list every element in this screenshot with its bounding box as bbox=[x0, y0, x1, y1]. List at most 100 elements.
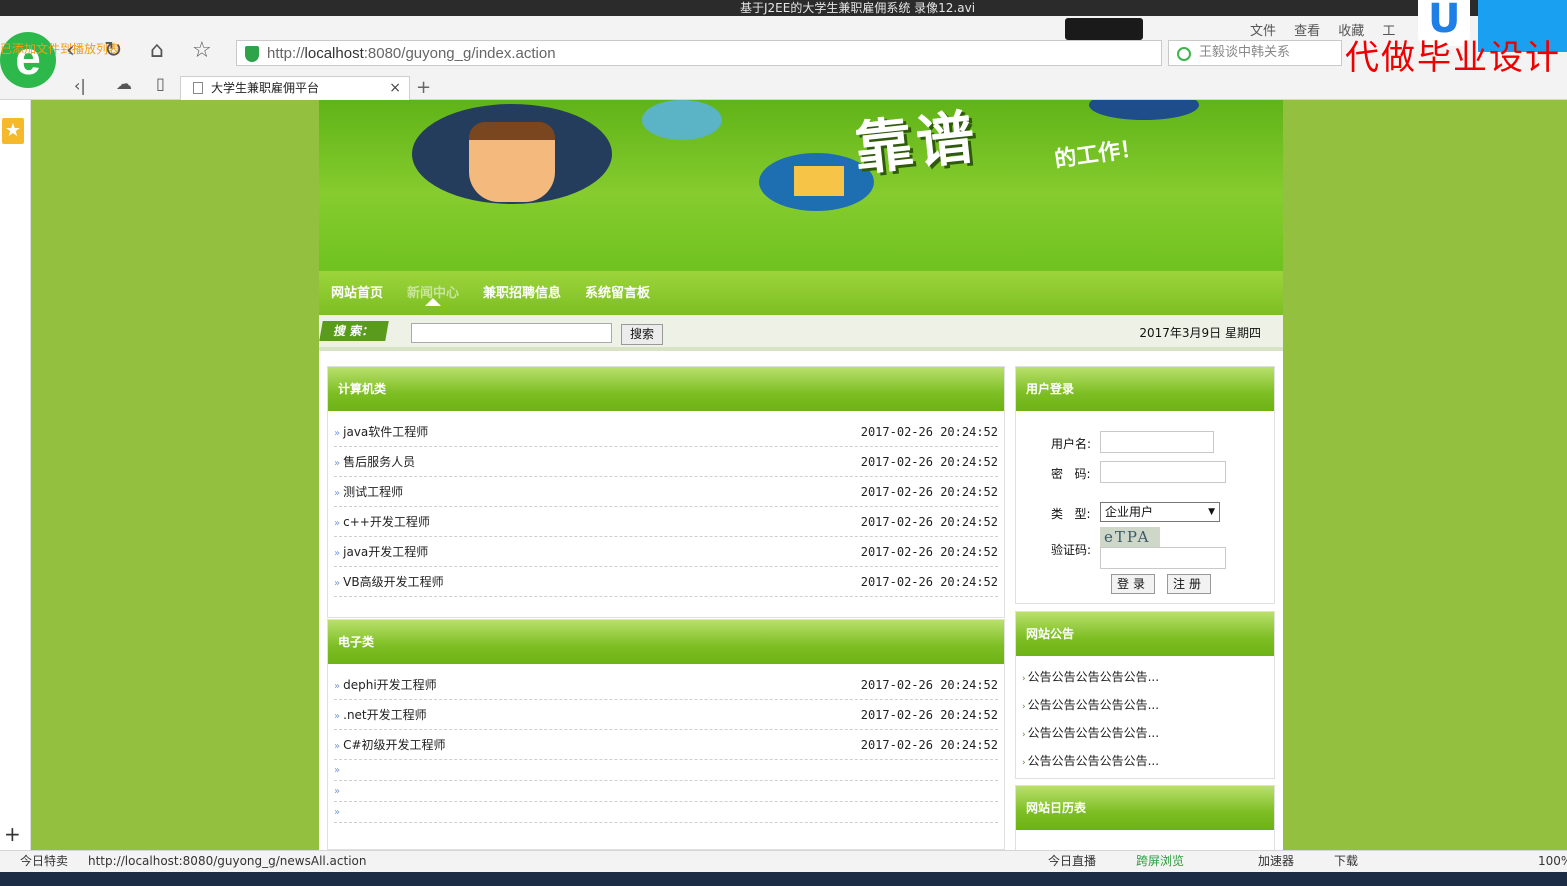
site-search-input[interactable] bbox=[411, 323, 612, 343]
user-type-select[interactable]: 企业用户 bbox=[1100, 502, 1220, 522]
row-marker-icon: » bbox=[334, 741, 341, 752]
job-row[interactable]: » dephi开发工程师 2017-02-26 20:24:52 bbox=[334, 670, 998, 700]
row-marker-icon: » bbox=[334, 548, 341, 559]
job-row[interactable]: » 测试工程师 2017-02-26 20:24:52 bbox=[334, 477, 998, 507]
job-row[interactable]: » java软件工程师 2017-02-26 20:24:52 bbox=[334, 417, 998, 447]
row-marker-icon: » bbox=[334, 681, 341, 692]
notice-item[interactable]: › 公告公告公告公告公告... bbox=[1022, 668, 1159, 685]
tab-close-icon[interactable]: × bbox=[389, 77, 401, 99]
window-titlebar: 基于J2EE的大学生兼职雇佣系统 录像12.avi bbox=[0, 0, 1567, 16]
notice-text[interactable]: 公告公告公告公告公告... bbox=[1028, 670, 1159, 684]
job-row[interactable]: » C#初级开发工程师 2017-02-26 20:24:52 bbox=[334, 730, 998, 760]
nav-home[interactable]: 网站首页 bbox=[331, 282, 383, 301]
browser-search-input[interactable]: 王毅谈中韩关系 bbox=[1168, 40, 1342, 66]
address-url[interactable]: http://localhost:8080/guyong_g/index.act… bbox=[267, 45, 556, 62]
job-name[interactable]: VB高级开发工程师 bbox=[343, 575, 443, 589]
os-taskbar bbox=[0, 872, 1567, 886]
favorite-star-icon[interactable]: ☆ bbox=[192, 38, 212, 63]
face-illustration bbox=[469, 122, 555, 202]
page-viewport: 靠谱 的工作！ 网站首页 新闻中心 兼职招聘信息 系统留言板 搜 索： 搜索 2… bbox=[31, 100, 1567, 850]
favorites-star-icon[interactable]: ★ bbox=[2, 118, 24, 144]
status-cross-screen[interactable]: 跨屏浏览 bbox=[1136, 851, 1184, 872]
row-marker-icon: » bbox=[334, 458, 341, 469]
empty-row: » bbox=[334, 781, 998, 802]
login-panel: 用户登录 用户名: 密 码: 类 型: 企业用户 验证码: eTPA 登录 注册 bbox=[1015, 366, 1275, 604]
register-button[interactable]: 注册 bbox=[1167, 574, 1211, 594]
job-name[interactable]: 售后服务人员 bbox=[343, 455, 415, 469]
notice-item[interactable]: › 公告公告公告公告公告... bbox=[1022, 696, 1159, 713]
address-bar[interactable]: http://localhost:8080/guyong_g/index.act… bbox=[236, 40, 1162, 66]
notice-text[interactable]: 公告公告公告公告公告... bbox=[1028, 726, 1159, 740]
calendar-panel: 网站日历表 bbox=[1015, 785, 1275, 850]
nav-active-indicator bbox=[425, 298, 441, 306]
playlist-notice: 已添加文件到播放列表 bbox=[0, 42, 121, 56]
notice-title: 网站公告 bbox=[1016, 612, 1274, 656]
status-download[interactable]: 下载 bbox=[1334, 851, 1358, 872]
row-marker-icon: » bbox=[334, 428, 341, 439]
browser-sidebar: ★ + bbox=[0, 100, 31, 850]
job-time: 2017-02-26 20:24:52 bbox=[860, 678, 998, 692]
search-label: 搜 索： bbox=[319, 321, 389, 341]
window-title: 基于J2EE的大学生兼职雇佣系统 录像12.avi bbox=[740, 1, 976, 15]
mini-window-controls[interactable] bbox=[1065, 18, 1143, 40]
status-live[interactable]: 今日直播 bbox=[1048, 851, 1096, 872]
tab-title: 大学生兼职雇佣平台 bbox=[211, 81, 320, 95]
site-search-button[interactable]: 搜索 bbox=[621, 324, 663, 345]
job-row[interactable]: » .net开发工程师 2017-02-26 20:24:52 bbox=[334, 700, 998, 730]
job-name[interactable]: c++开发工程师 bbox=[343, 515, 430, 529]
notice-text[interactable]: 公告公告公告公告公告... bbox=[1028, 698, 1159, 712]
job-time: 2017-02-26 20:24:52 bbox=[860, 708, 998, 722]
search-bubble-icon bbox=[642, 100, 722, 140]
banner-bubble bbox=[1089, 100, 1199, 120]
job-time: 2017-02-26 20:24:52 bbox=[860, 515, 998, 529]
search-bar: 搜 索： 搜索 2017年3月9日 星期四 bbox=[319, 315, 1283, 351]
home-icon[interactable]: ⌂ bbox=[150, 38, 164, 63]
job-name[interactable]: java开发工程师 bbox=[343, 545, 428, 559]
phone-icon[interactable]: ▯ bbox=[156, 74, 165, 93]
nav-jobs[interactable]: 兼职招聘信息 bbox=[483, 282, 561, 301]
notice-item[interactable]: › 公告公告公告公告公告... bbox=[1022, 752, 1159, 769]
login-button[interactable]: 登录 bbox=[1111, 574, 1155, 594]
row-marker-icon: » bbox=[334, 711, 341, 722]
banner-headline: 靠谱 bbox=[851, 102, 982, 184]
category-title: 计算机类 bbox=[328, 367, 1004, 411]
captcha-image[interactable]: eTPA bbox=[1100, 527, 1160, 547]
status-deals[interactable]: 今日特卖 bbox=[20, 851, 68, 872]
browser-statusbar: 今日特卖 http://localhost:8080/guyong_g/news… bbox=[0, 850, 1567, 872]
category-panel-computer: 计算机类 » java软件工程师 2017-02-26 20:24:52» 售后服务人… bbox=[327, 366, 1005, 618]
password-input[interactable] bbox=[1100, 461, 1226, 483]
job-name[interactable]: java软件工程师 bbox=[343, 425, 428, 439]
tab-back-icon[interactable]: ‹| bbox=[74, 76, 86, 95]
status-accelerator[interactable]: 加速器 bbox=[1258, 851, 1294, 872]
notice-panel: 网站公告 › 公告公告公告公告公告... › 公告公告公告公告公告... › 公告公告公告… bbox=[1015, 611, 1275, 779]
job-row[interactable]: » c++开发工程师 2017-02-26 20:24:52 bbox=[334, 507, 998, 537]
status-zoom[interactable]: 100% bbox=[1538, 851, 1567, 872]
login-title: 用户登录 bbox=[1016, 367, 1274, 411]
sidebar-add-icon[interactable]: + bbox=[4, 822, 21, 846]
job-name[interactable]: dephi开发工程师 bbox=[343, 678, 437, 692]
job-time: 2017-02-26 20:24:52 bbox=[860, 425, 998, 439]
back-icon[interactable]: ‹ bbox=[66, 38, 75, 63]
tab-active[interactable]: 大学生兼职雇佣平台 × bbox=[180, 76, 410, 100]
banner-subline: 的工作！ bbox=[1053, 135, 1144, 173]
empty-row: » bbox=[334, 760, 998, 781]
new-tab-button[interactable]: + bbox=[416, 77, 431, 98]
job-name[interactable]: C#初级开发工程师 bbox=[343, 738, 445, 752]
cloud-icon[interactable]: ☁ bbox=[116, 74, 132, 93]
username-input[interactable] bbox=[1100, 431, 1214, 453]
refresh-icon[interactable]: ↻ bbox=[104, 38, 122, 63]
job-name[interactable]: .net开发工程师 bbox=[343, 708, 427, 722]
job-row[interactable]: » VB高级开发工程师 2017-02-26 20:24:52 bbox=[334, 567, 998, 597]
job-row[interactable]: » java开发工程师 2017-02-26 20:24:52 bbox=[334, 537, 998, 567]
nav-guestbook[interactable]: 系统留言板 bbox=[585, 282, 650, 301]
site-container: 靠谱 的工作！ 网站首页 新闻中心 兼职招聘信息 系统留言板 搜 索： 搜索 2… bbox=[319, 100, 1283, 850]
notice-text[interactable]: 公告公告公告公告公告... bbox=[1028, 754, 1159, 768]
job-time: 2017-02-26 20:24:52 bbox=[860, 575, 998, 589]
category-title: 电子类 bbox=[328, 620, 1004, 664]
job-row[interactable]: » 售后服务人员 2017-02-26 20:24:52 bbox=[334, 447, 998, 477]
type-label: 类 型: bbox=[1051, 507, 1091, 521]
site-banner: 靠谱 的工作！ bbox=[319, 100, 1283, 271]
job-name[interactable]: 测试工程师 bbox=[343, 485, 403, 499]
captcha-input[interactable] bbox=[1100, 547, 1226, 569]
notice-item[interactable]: › 公告公告公告公告公告... bbox=[1022, 724, 1159, 741]
